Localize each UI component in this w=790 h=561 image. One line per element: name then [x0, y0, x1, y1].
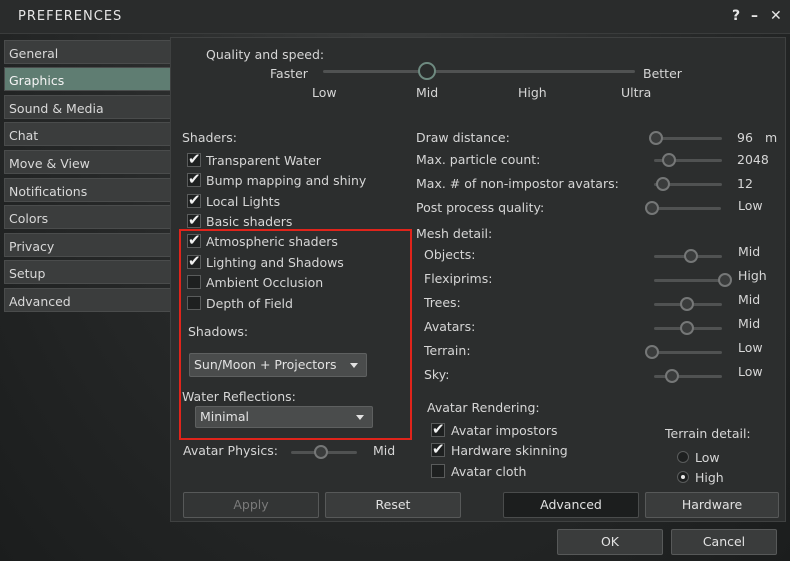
terrain-detail-low-label: Low [695, 450, 720, 465]
quality-slider-thumb[interactable] [418, 62, 436, 80]
sidebar-item-privacy[interactable]: Privacy [4, 233, 170, 257]
bump-mapping-label: Bump mapping and shiny [206, 173, 367, 188]
mesh-avatars-slider-thumb[interactable] [680, 321, 694, 335]
post-process-value: Low [738, 198, 763, 213]
local-lights-checkbox[interactable] [187, 191, 201, 209]
non-impostor-avatars-label: Max. # of non-impostor avatars: [416, 176, 619, 191]
mesh-sky-value: Low [738, 364, 763, 379]
mesh-terrain-slider-thumb[interactable] [645, 345, 659, 359]
help-icon[interactable]: ? [732, 8, 740, 24]
avatar-physics-label: Avatar Physics: [183, 443, 278, 458]
hardware-button[interactable]: Hardware [645, 492, 779, 518]
cancel-button[interactable]: Cancel [671, 529, 777, 555]
particle-count-value: 2048 [737, 152, 769, 167]
mesh-trees-label: Trees: [424, 295, 461, 310]
avatar-cloth-checkbox[interactable] [431, 464, 445, 478]
sidebar-item-colors[interactable]: Colors [4, 205, 170, 229]
shaders-label: Shaders: [182, 130, 238, 145]
mesh-terrain-value: Low [738, 340, 763, 355]
quality-tick-ultra: Ultra [621, 85, 652, 100]
avatar-physics-slider-thumb[interactable] [314, 445, 328, 459]
terrain-detail-high-label: High [695, 470, 724, 485]
transparent-water-checkbox[interactable] [187, 150, 201, 168]
avatar-rendering-label: Avatar Rendering: [427, 400, 540, 415]
mesh-sky-label: Sky: [424, 367, 450, 382]
ok-button[interactable]: OK [557, 529, 663, 555]
terrain-detail-label: Terrain detail: [665, 426, 751, 441]
avatar-cloth-label: Avatar cloth [451, 464, 527, 479]
sidebar-item-graphics[interactable]: Graphics [4, 67, 170, 91]
sidebar-item-general[interactable]: General [4, 40, 170, 64]
basic-shaders-label: Basic shaders [206, 214, 293, 229]
mesh-flexiprims-label: Flexiprims: [424, 271, 493, 286]
quality-better-label: Better [643, 66, 682, 81]
sidebar-item-chat[interactable]: Chat [4, 122, 170, 146]
mesh-objects-value: Mid [738, 244, 761, 259]
apply-button[interactable]: Apply [183, 492, 319, 518]
avatar-impostors-label: Avatar impostors [451, 423, 558, 438]
mesh-flexiprims-slider-track[interactable] [654, 279, 726, 282]
highlight-box [179, 229, 412, 440]
hardware-skinning-checkbox[interactable] [431, 440, 445, 458]
mesh-sky-slider-thumb[interactable] [665, 369, 679, 383]
bump-mapping-checkbox[interactable] [187, 170, 201, 188]
transparent-water-label: Transparent Water [206, 153, 321, 168]
terrain-detail-high-radio[interactable] [677, 471, 689, 483]
post-process-slider-thumb[interactable] [645, 201, 659, 215]
mesh-flexiprims-slider-thumb[interactable] [718, 273, 732, 287]
mesh-terrain-label: Terrain: [424, 343, 471, 358]
draw-distance-unit: m [765, 130, 778, 145]
mesh-trees-value: Mid [738, 292, 761, 307]
local-lights-label: Local Lights [206, 194, 281, 209]
avatar-impostors-checkbox[interactable] [431, 420, 445, 438]
quality-label: Quality and speed: [206, 47, 325, 62]
hardware-skinning-label: Hardware skinning [451, 443, 568, 458]
basic-shaders-checkbox[interactable] [187, 211, 201, 229]
mesh-avatars-label: Avatars: [424, 319, 476, 334]
mesh-objects-label: Objects: [424, 247, 476, 262]
particle-count-label: Max. particle count: [416, 152, 541, 167]
post-process-label: Post process quality: [416, 200, 545, 215]
sidebar-item-notifications[interactable]: Notifications [4, 178, 170, 202]
advanced-button[interactable]: Advanced [503, 492, 639, 518]
close-icon[interactable]: ✕ [770, 8, 782, 24]
minimize-icon[interactable]: – [751, 8, 758, 24]
quality-tick-mid: Mid [416, 85, 439, 100]
mesh-trees-slider-thumb[interactable] [680, 297, 694, 311]
particle-count-slider-thumb[interactable] [662, 153, 676, 167]
sidebar-item-setup[interactable]: Setup [4, 260, 170, 284]
window-title: PREFERENCES [18, 9, 123, 24]
sidebar-item-move-view[interactable]: Move & View [4, 150, 170, 174]
draw-distance-slider-thumb[interactable] [649, 131, 663, 145]
mesh-flexiprims-value: High [738, 268, 767, 283]
mesh-objects-slider-thumb[interactable] [684, 249, 698, 263]
draw-distance-value: 96 [737, 130, 753, 145]
mesh-detail-label: Mesh detail: [416, 226, 493, 241]
mesh-avatars-value: Mid [738, 316, 761, 331]
quality-tick-high: High [518, 85, 547, 100]
sidebar-item-advanced[interactable]: Advanced [4, 288, 170, 312]
quality-tick-low: Low [312, 85, 337, 100]
quality-slider-track[interactable] [323, 70, 635, 73]
terrain-detail-low-radio[interactable] [677, 451, 689, 463]
quality-faster-label: Faster [270, 66, 308, 81]
non-impostor-avatars-value: 12 [737, 176, 753, 191]
non-impostor-avatars-slider-thumb[interactable] [656, 177, 670, 191]
avatar-physics-value: Mid [373, 443, 396, 458]
draw-distance-label: Draw distance: [416, 130, 510, 145]
reset-button[interactable]: Reset [325, 492, 461, 518]
sidebar-item-sound-media[interactable]: Sound & Media [4, 95, 170, 119]
